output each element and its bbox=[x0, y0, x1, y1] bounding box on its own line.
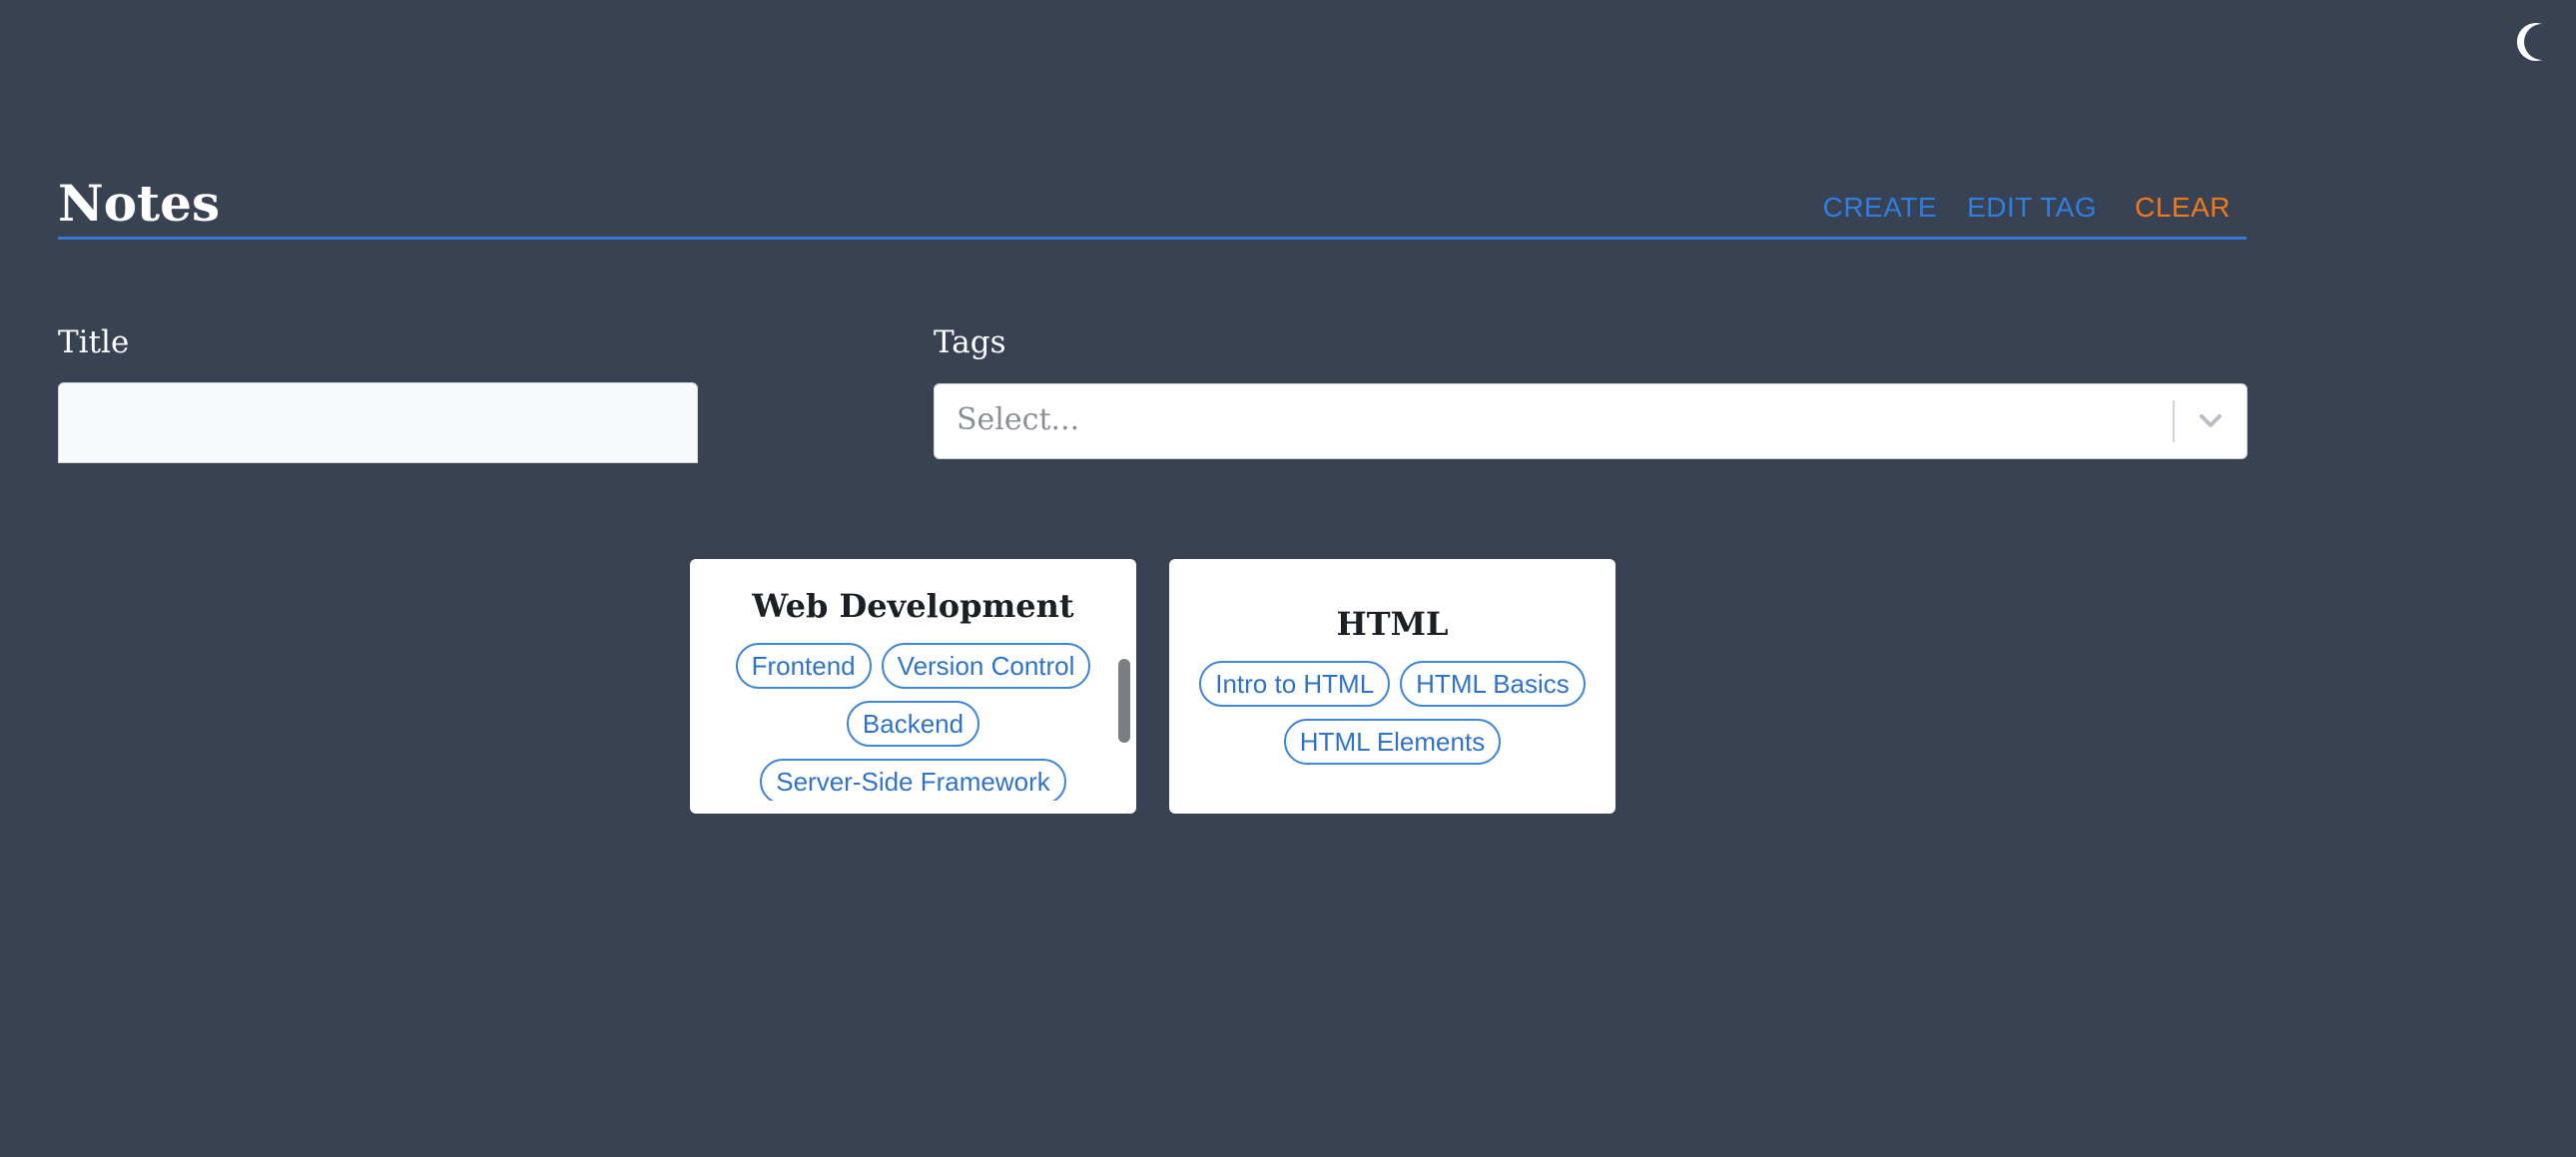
note-card-title: Web Development bbox=[752, 587, 1074, 625]
select-separator bbox=[2173, 400, 2175, 442]
tags-label: Tags bbox=[934, 324, 1006, 360]
notes-page: Notes CREATE EDIT TAG CLEAR Title Tags S… bbox=[0, 0, 2576, 1157]
tag-chip[interactable]: HTML Elements bbox=[1283, 719, 1502, 765]
page-header: Notes CREATE EDIT TAG CLEAR bbox=[58, 170, 2247, 240]
title-label: Title bbox=[58, 324, 130, 360]
tags-placeholder: Select... bbox=[957, 402, 1080, 437]
moon-icon bbox=[2516, 23, 2542, 61]
edit-tag-button[interactable]: EDIT TAG bbox=[1967, 192, 2097, 224]
tag-chip[interactable]: Intro to HTML bbox=[1199, 661, 1391, 707]
tag-chip[interactable]: Version Control bbox=[881, 643, 1091, 689]
tag-chip[interactable]: Backend bbox=[846, 701, 980, 747]
chevron-down-icon[interactable] bbox=[2195, 404, 2227, 436]
page-title: Notes bbox=[58, 174, 221, 233]
clear-button[interactable]: CLEAR bbox=[2135, 192, 2231, 224]
header-actions: CREATE EDIT TAG CLEAR bbox=[1823, 192, 2231, 224]
note-card-title: HTML bbox=[1336, 605, 1449, 643]
note-card-tags: Frontend Version Control Backend Server-… bbox=[690, 643, 1136, 801]
tags-select[interactable]: Select... bbox=[934, 383, 2248, 459]
title-input[interactable] bbox=[58, 382, 698, 463]
create-button[interactable]: CREATE bbox=[1823, 192, 1938, 224]
card-scrollbar[interactable] bbox=[1118, 659, 1130, 743]
tag-chip[interactable]: Server-Side Framework bbox=[760, 759, 1066, 801]
tag-chip[interactable]: HTML Basics bbox=[1400, 661, 1586, 707]
note-card-tags: Intro to HTML HTML Basics HTML Elements bbox=[1169, 661, 1615, 765]
tag-chip[interactable]: Frontend bbox=[735, 643, 872, 689]
note-card-scroll-area[interactable]: Web Development Frontend Version Control… bbox=[690, 587, 1136, 801]
note-card[interactable]: HTML Intro to HTML HTML Basics HTML Elem… bbox=[1169, 559, 1615, 814]
note-card[interactable]: Web Development Frontend Version Control… bbox=[690, 559, 1136, 814]
theme-toggle-button[interactable] bbox=[2512, 20, 2556, 64]
